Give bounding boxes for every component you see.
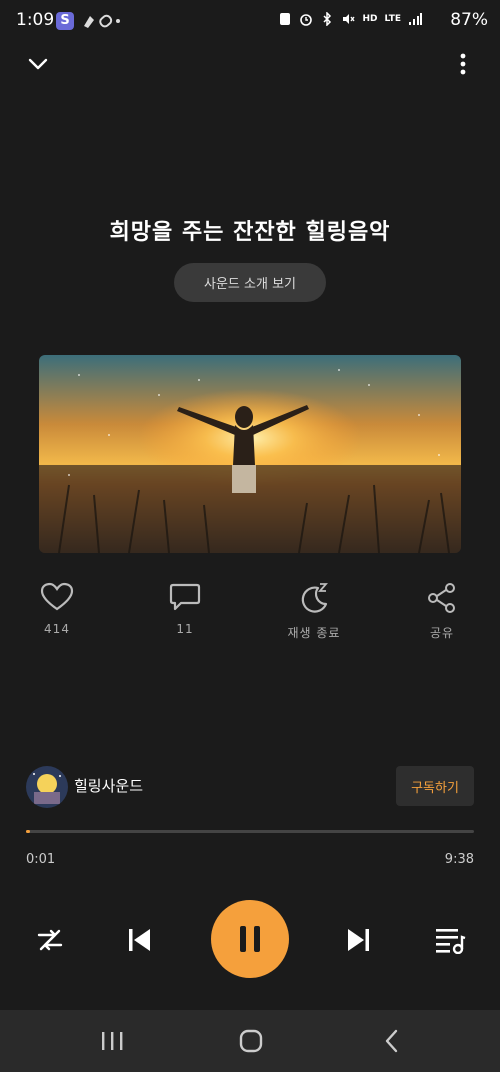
total-time: 9:38 bbox=[444, 852, 474, 867]
playlist-icon bbox=[436, 929, 466, 954]
signal-icon bbox=[409, 13, 422, 25]
app-badge-icon: S bbox=[56, 12, 74, 30]
previous-button[interactable] bbox=[120, 920, 160, 960]
progress-track[interactable] bbox=[26, 830, 474, 833]
progress-fill bbox=[26, 830, 30, 833]
share-label: 공유 bbox=[429, 626, 455, 640]
comment-action[interactable]: 11 bbox=[145, 582, 225, 636]
channel-name[interactable]: 힐링사운드 bbox=[74, 775, 143, 796]
status-time: 1:09 bbox=[16, 10, 55, 30]
sleep-timer-action[interactable]: 재생 종료 bbox=[274, 582, 354, 641]
skip-next-icon bbox=[348, 929, 369, 951]
home-button[interactable] bbox=[231, 1024, 271, 1058]
status-icons: HD LTE bbox=[278, 12, 422, 26]
album-artwork bbox=[39, 355, 461, 553]
notification-icon bbox=[80, 12, 120, 34]
like-action[interactable]: 414 bbox=[17, 582, 97, 636]
more-vertical-icon bbox=[460, 53, 466, 75]
repeat-button[interactable] bbox=[30, 920, 70, 960]
dnd-icon bbox=[280, 13, 291, 25]
sound-intro-button[interactable]: 사운드 소개 보기 bbox=[174, 263, 326, 302]
next-button[interactable] bbox=[338, 920, 378, 960]
chevron-down-icon bbox=[28, 58, 48, 70]
like-count: 414 bbox=[44, 622, 70, 636]
alarm-icon bbox=[300, 14, 313, 26]
lte-label: LTE bbox=[384, 13, 401, 24]
sleep-timer-label: 재생 종료 bbox=[287, 626, 341, 640]
recent-apps-button[interactable] bbox=[92, 1024, 132, 1058]
bluetooth-icon bbox=[323, 12, 332, 26]
current-time: 0:01 bbox=[26, 852, 56, 867]
share-icon bbox=[428, 583, 455, 613]
comment-icon bbox=[169, 583, 201, 611]
more-options-button[interactable] bbox=[450, 50, 476, 78]
heart-icon bbox=[40, 582, 74, 611]
share-action[interactable]: 공유 bbox=[402, 582, 482, 641]
pause-button[interactable] bbox=[211, 900, 289, 978]
pause-icon bbox=[240, 926, 260, 952]
battery-level: 87% bbox=[450, 10, 488, 30]
recent-apps-icon bbox=[102, 1032, 123, 1050]
home-icon bbox=[239, 1029, 263, 1053]
subscribe-button[interactable]: 구독하기 bbox=[396, 766, 474, 806]
comment-count: 11 bbox=[176, 622, 194, 636]
track-title: 희망을 주는 잔잔한 힐링음악 bbox=[109, 220, 391, 245]
collapse-button[interactable] bbox=[24, 50, 52, 78]
repeat-shuffle-icon bbox=[37, 929, 63, 951]
back-chevron-icon bbox=[385, 1029, 398, 1053]
mute-icon bbox=[343, 14, 355, 24]
skip-previous-icon bbox=[129, 929, 150, 951]
channel-avatar[interactable] bbox=[26, 766, 68, 808]
hd-voice-label: HD bbox=[362, 13, 378, 24]
playlist-button[interactable] bbox=[430, 920, 470, 960]
back-button[interactable] bbox=[372, 1024, 412, 1058]
sleep-moon-icon bbox=[301, 583, 328, 613]
